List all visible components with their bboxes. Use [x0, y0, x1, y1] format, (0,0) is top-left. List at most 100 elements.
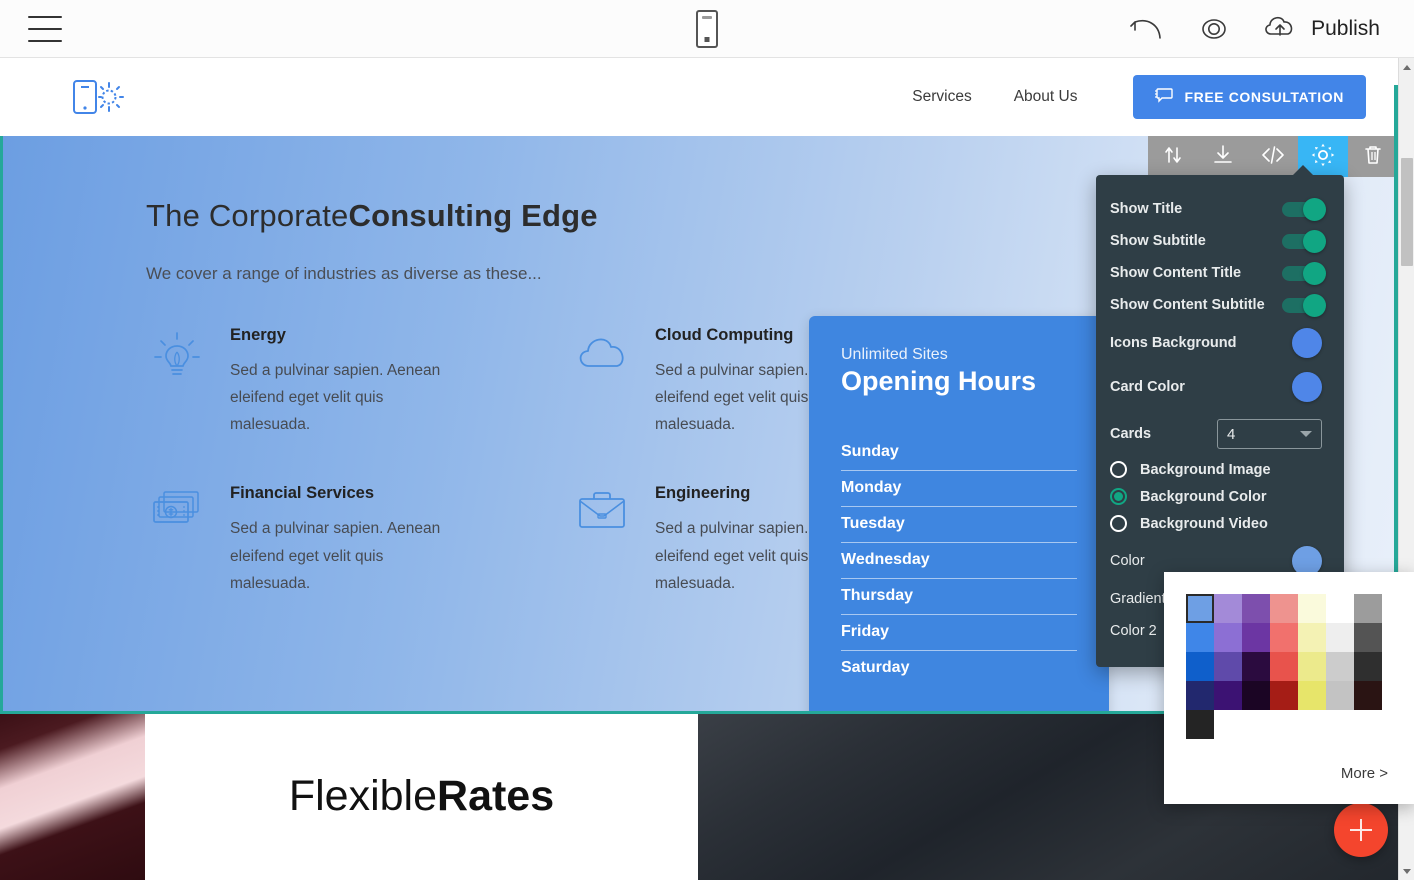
add-block-button[interactable] — [1334, 803, 1388, 857]
setting-label: Show Content Title — [1110, 265, 1242, 281]
publish-button[interactable]: Publish — [1261, 12, 1380, 45]
edit-code-icon[interactable] — [1248, 136, 1298, 177]
card-subtitle: Unlimited Sites — [841, 346, 948, 363]
site-nav: Services About Us FREE CONSULTATION — [912, 75, 1366, 119]
mobile-device-icon[interactable] — [696, 9, 718, 48]
delete-block-trash-icon[interactable] — [1348, 136, 1395, 177]
money-icon — [146, 484, 208, 596]
color-swatch[interactable] — [1326, 623, 1354, 652]
color-swatch-grid — [1186, 594, 1392, 739]
setting-label: Gradient — [1110, 591, 1166, 607]
color-swatch[interactable] — [1186, 594, 1214, 623]
color-swatch[interactable] — [1326, 594, 1354, 623]
radio-background-color[interactable]: Background Color — [1096, 483, 1344, 510]
color-swatch[interactable] — [1242, 681, 1270, 710]
setting-label: Show Title — [1110, 201, 1183, 217]
radio-background-image[interactable]: Background Image — [1096, 456, 1344, 483]
color-swatch[interactable] — [1354, 623, 1382, 652]
show-content-subtitle-toggle[interactable] — [1282, 293, 1326, 317]
setting-label: Color 2 — [1110, 623, 1157, 639]
list-item: Tuesday — [841, 507, 1077, 543]
undo-arrow-icon[interactable] — [1125, 12, 1167, 46]
opening-hours-card: Unlimited Sites Opening Hours Sunday Mon… — [809, 316, 1109, 711]
list-item: Sunday — [841, 435, 1077, 471]
feature-item: Energy Sed a pulvinar sapien. Aenean ele… — [146, 326, 501, 438]
hero-title-light: The Corporate — [146, 198, 349, 233]
phone-brightness-logo[interactable] — [72, 75, 124, 119]
publish-label: Publish — [1311, 16, 1380, 40]
show-content-title-toggle[interactable] — [1282, 261, 1326, 285]
color-swatch[interactable] — [1214, 652, 1242, 681]
radio-background-video[interactable]: Background Video — [1096, 510, 1344, 537]
eye-icon[interactable] — [1193, 12, 1235, 46]
nav-link-services[interactable]: Services — [912, 88, 971, 106]
setting-cards[interactable]: Cards 4 — [1096, 409, 1344, 456]
setting-label: Show Subtitle — [1110, 233, 1206, 249]
color-swatch[interactable] — [1298, 652, 1326, 681]
list-item: Wednesday — [841, 543, 1077, 579]
scroll-down-arrow-icon[interactable] — [1399, 863, 1414, 879]
nav-link-about-us[interactable]: About Us — [1014, 88, 1078, 106]
show-title-toggle[interactable] — [1282, 197, 1326, 221]
color-swatch[interactable] — [1270, 681, 1298, 710]
rates-title-light: Flexible — [288, 771, 438, 820]
color-swatch[interactable] — [1298, 681, 1326, 710]
rates-content: FlexibleRates — [145, 714, 698, 880]
setting-label: Show Content Subtitle — [1110, 297, 1265, 313]
feature-text: Sed a pulvinar sapien. Aenean eleifend e… — [230, 362, 441, 434]
color-swatch[interactable] — [1298, 623, 1326, 652]
color-swatch[interactable] — [1186, 652, 1214, 681]
hamburger-menu-icon[interactable] — [28, 15, 62, 42]
rates-title-bold: Rates — [437, 771, 555, 820]
color-swatch[interactable] — [1326, 681, 1354, 710]
color-swatch[interactable] — [1242, 594, 1270, 623]
color-swatch[interactable] — [1270, 652, 1298, 681]
feature-item: Financial Services Sed a pulvinar sapien… — [146, 484, 501, 596]
briefcase-icon — [571, 484, 633, 596]
setting-show-content-subtitle[interactable]: Show Content Subtitle — [1096, 289, 1344, 321]
setting-card-color[interactable]: Card Color — [1096, 365, 1344, 409]
color-swatch[interactable] — [1326, 652, 1354, 681]
radio-icon-selected — [1110, 488, 1127, 505]
cards-count-select[interactable]: 4 — [1217, 419, 1322, 449]
color-swatch[interactable] — [1354, 681, 1382, 710]
icons-background-color-swatch[interactable] — [1292, 328, 1322, 358]
color-swatch[interactable] — [1270, 594, 1298, 623]
free-consultation-button[interactable]: FREE CONSULTATION — [1133, 75, 1366, 119]
radio-icon — [1110, 461, 1127, 478]
color-swatch[interactable] — [1270, 623, 1298, 652]
color-swatch[interactable] — [1186, 710, 1214, 739]
color-swatch[interactable] — [1242, 623, 1270, 652]
cloud-icon — [571, 326, 633, 438]
color-swatch[interactable] — [1214, 623, 1242, 652]
setting-show-title[interactable]: Show Title — [1096, 193, 1344, 225]
radio-label: Background Image — [1140, 461, 1271, 478]
color-swatch[interactable] — [1242, 652, 1270, 681]
hours-list: Sunday Monday Tuesday Wednesday Thursday… — [841, 435, 1077, 686]
color-swatch[interactable] — [1214, 594, 1242, 623]
download-block-icon[interactable] — [1198, 136, 1248, 177]
panel-caret — [1292, 165, 1314, 176]
color-swatch[interactable] — [1214, 681, 1242, 710]
move-block-icon[interactable] — [1148, 136, 1198, 177]
card-title: Opening Hours — [841, 366, 1036, 396]
color-swatch[interactable] — [1298, 594, 1326, 623]
scrollbar-thumb[interactable] — [1401, 158, 1413, 266]
setting-show-subtitle[interactable]: Show Subtitle — [1096, 225, 1344, 257]
color-swatch[interactable] — [1354, 594, 1382, 623]
show-subtitle-toggle[interactable] — [1282, 229, 1326, 253]
setting-label: Card Color — [1110, 379, 1185, 395]
more-colors-link[interactable]: More > — [1341, 765, 1388, 782]
scroll-up-arrow-icon[interactable] — [1399, 59, 1414, 75]
color-swatch[interactable] — [1354, 652, 1382, 681]
setting-icons-background[interactable]: Icons Background — [1096, 321, 1344, 365]
feature-text: Sed a pulvinar sapien. Aenean eleifend e… — [230, 520, 441, 592]
color-swatch[interactable] — [1186, 681, 1214, 710]
card-color-swatch[interactable] — [1292, 372, 1322, 402]
decorative-image-left — [0, 714, 145, 880]
site-header: Services About Us FREE CONSULTATION — [0, 58, 1398, 136]
cards-count-value: 4 — [1227, 425, 1236, 443]
setting-show-content-title[interactable]: Show Content Title — [1096, 257, 1344, 289]
color-swatch[interactable] — [1186, 623, 1214, 652]
setting-label: Cards — [1110, 426, 1152, 442]
